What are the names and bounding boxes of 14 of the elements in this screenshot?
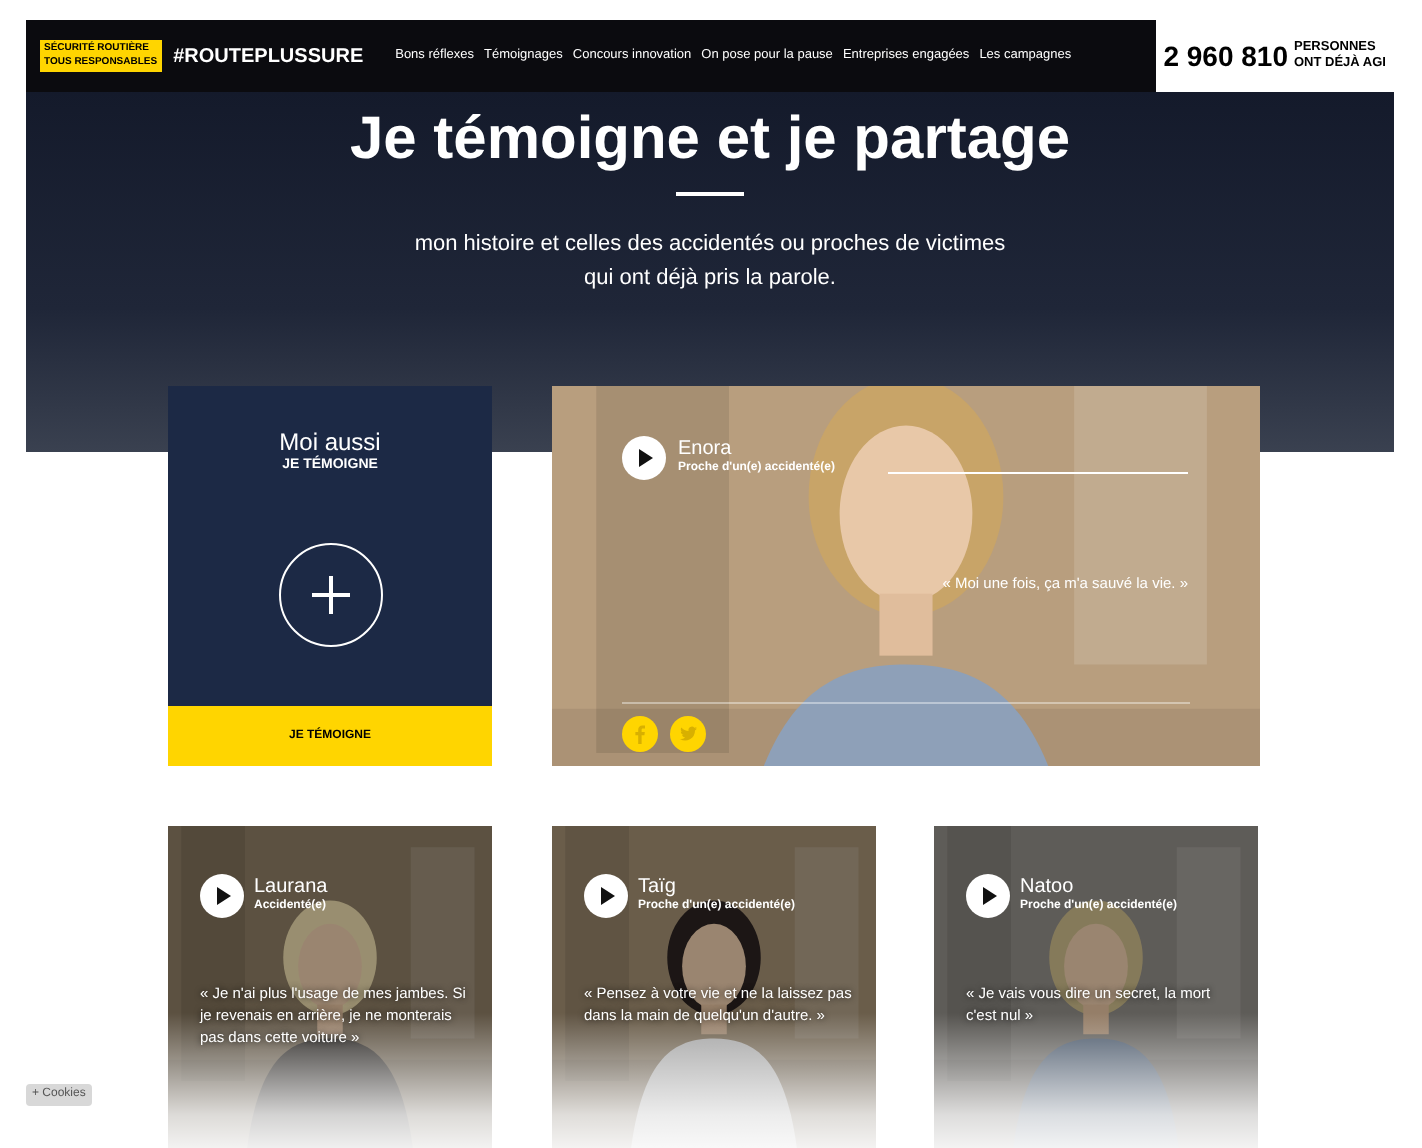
hashtag[interactable]: #ROUTEPLUSSURE — [173, 41, 364, 71]
hero-title: Je témoigne et je partage — [349, 104, 1071, 176]
plus-icon[interactable] — [277, 541, 383, 647]
counter-value: 2 960 810 — [1163, 37, 1288, 75]
hero-subtitle: mon histoire et celles des accidentés ou proches de victimes qui ont déjà pris la parole. — [412, 230, 1008, 294]
person-name: Taïg — [638, 876, 678, 898]
person-name: Enora — [678, 438, 734, 460]
join-title: Moi aussi — [279, 428, 381, 456]
person-name: Natoo — [1020, 876, 1076, 898]
play-icon[interactable] — [584, 874, 628, 918]
play-icon[interactable] — [200, 874, 244, 918]
play-icon[interactable] — [622, 436, 666, 480]
person-name: Laurana — [254, 876, 328, 898]
play-icon[interactable] — [966, 874, 1010, 918]
